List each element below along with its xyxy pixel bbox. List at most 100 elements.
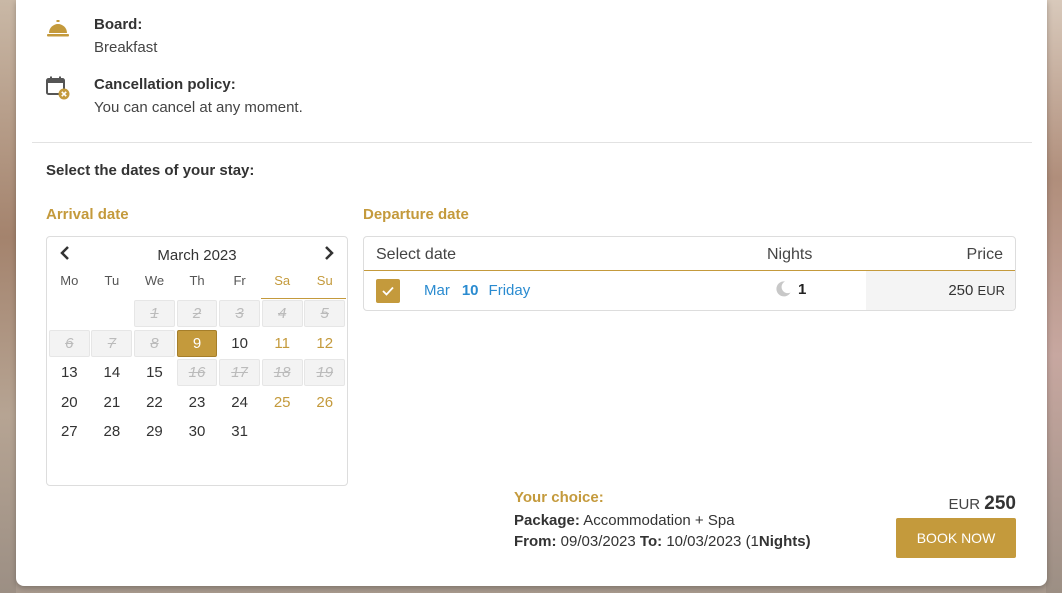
departure-row[interactable]: Mar 10 Friday 1 250 EUR [364, 271, 1015, 310]
cancellation-value: You can cancel at any moment. [94, 99, 303, 116]
day-of-week-th: Th [189, 273, 205, 288]
departure-weekday: Friday [488, 282, 531, 299]
day-of-week-we: We [144, 273, 165, 288]
background-left [0, 0, 16, 593]
calendar-day[interactable]: 11 [262, 330, 303, 357]
day-of-week-fr: Fr [233, 273, 246, 288]
nights-count: 1 [798, 280, 807, 298]
calendar-day[interactable]: 20 [49, 389, 90, 416]
booking-summary: Your choice: Package: Accommodation + Sp… [514, 489, 811, 550]
calendar-day: 17 [219, 359, 260, 387]
service-bell-icon [47, 20, 69, 37]
dates-section-title: Select the dates of your stay: [46, 162, 255, 179]
package-value: Accommodation + Spa [583, 512, 735, 529]
column-price: Price [966, 246, 1003, 263]
moon-icon [776, 281, 791, 297]
calendar-day: 19 [304, 359, 346, 387]
calendar-day[interactable]: 23 [177, 389, 218, 416]
cancellation-label: Cancellation policy: [94, 76, 236, 93]
departure-date[interactable]: Mar 10 Friday [424, 282, 530, 299]
cancellation-info: Cancellation policy: You can cancel at a… [46, 76, 303, 116]
day-of-week-mo: Mo [60, 273, 79, 288]
booking-modal: Board: Breakfast Cancellation policy: Yo… [16, 0, 1047, 586]
calendar-day: 16 [176, 359, 218, 387]
calendar-day[interactable]: 12 [304, 330, 345, 357]
to-label: To: [639, 533, 663, 550]
calendar-day: 3 [219, 300, 261, 327]
from-label: From: [514, 533, 557, 550]
board-label: Board: [94, 16, 143, 33]
departure-table-header: Select date Nights Price [364, 237, 1015, 271]
nights-word: Nights) [758, 533, 811, 550]
calendar-day[interactable]: 28 [91, 418, 132, 445]
summary-dates: From: 09/03/2023 To: 10/03/2023 (1Nights… [514, 533, 811, 550]
price-amount: 250 [948, 282, 974, 299]
departure-date-label: Departure date [363, 206, 469, 223]
package-label: Package: [514, 512, 580, 529]
calendar-week: 12345 [47, 299, 347, 329]
calendar-month-title: March 2023 [157, 247, 237, 264]
calendar-empty-cell [304, 418, 345, 445]
departure-day: 10 [461, 282, 479, 299]
calendar-day[interactable]: 30 [177, 418, 218, 445]
calendar-week: 13 14 15 16 17 18 19 [47, 358, 347, 388]
calendar-day[interactable]: 27 [49, 418, 90, 445]
calendar-day[interactable]: 15 [134, 359, 175, 386]
calendar-empty-cell [91, 300, 132, 327]
summary-heading: Your choice: [514, 489, 604, 506]
calendar-day[interactable]: 25 [262, 389, 303, 416]
day-of-week-sa: Sa [260, 271, 304, 299]
from-value: 09/03/2023 [560, 533, 636, 550]
departure-nights: 1 [774, 280, 806, 298]
calendar-day[interactable]: 29 [134, 418, 175, 445]
calendar-week: 6 7 8 9 10 11 12 [47, 329, 347, 359]
divider [32, 142, 1032, 143]
board-value: Breakfast [94, 39, 158, 56]
calendar-day[interactable]: 21 [91, 389, 132, 416]
day-of-week-tu: Tu [104, 273, 120, 288]
to-value: 10/03/2023 [666, 533, 742, 550]
calendar-day: 6 [48, 329, 90, 357]
total-currency: EUR [948, 496, 981, 513]
calendar-week: 20 21 22 23 24 25 26 [47, 388, 347, 418]
column-select-date: Select date [376, 246, 457, 263]
summary-package: Package: Accommodation + Spa [514, 512, 811, 529]
departure-table: Select date Nights Price Mar 10 Friday 1 [363, 236, 1016, 311]
check-icon [382, 286, 394, 296]
calendar-day[interactable]: 22 [134, 389, 175, 416]
calendar-day: 7 [91, 329, 133, 357]
calendar-empty-cell [49, 300, 90, 327]
calendar-day[interactable]: 10 [219, 330, 260, 357]
calendar-day[interactable]: 31 [219, 418, 260, 445]
departure-checkbox[interactable] [376, 279, 400, 303]
book-now-button[interactable]: BOOK NOW [896, 518, 1016, 558]
departure-month: Mar [424, 282, 450, 299]
background-right [1046, 0, 1062, 593]
calendar-day: 8 [134, 329, 175, 357]
calendar-day[interactable]: 26 [304, 389, 345, 416]
chevron-right-icon[interactable] [321, 245, 337, 261]
departure-price: 250 EUR [866, 271, 1015, 310]
calendar-day[interactable]: 9 [176, 329, 218, 357]
days-of-week-row: Mo Tu We Th Fr Sa Su [47, 271, 347, 299]
calendar-day: 18 [261, 359, 303, 387]
calendar-day: 2 [176, 300, 218, 327]
calendar-day[interactable]: 14 [91, 359, 132, 386]
column-nights: Nights [767, 246, 813, 263]
calendar-day: 5 [304, 300, 346, 327]
calendar-day: 4 [261, 300, 303, 327]
calendar-grid: 1 2 3 4 5 6 7 8 9 10 11 12 13 14 15 16 17 18 19 20 21 22 23 24 2… [47, 299, 347, 447]
calendar-empty-cell [262, 418, 303, 445]
total-price: EUR 250 [948, 493, 1016, 515]
nights-open: (1 [745, 533, 759, 550]
calendar-cancel-icon [46, 76, 70, 100]
calendar-header: March 2023 [47, 237, 347, 271]
calendar-week: 27 28 29 30 31 [47, 417, 347, 447]
day-of-week-su: Su [303, 271, 347, 299]
price-currency: EUR [977, 283, 1005, 298]
arrival-date-label: Arrival date [46, 206, 129, 223]
calendar-day[interactable]: 24 [219, 389, 260, 416]
calendar-day[interactable]: 13 [49, 359, 90, 386]
calendar-day: 1 [133, 300, 175, 327]
arrival-calendar: March 2023 Mo Tu We Th Fr Sa Su 1 2 3 4 5 6 7 8 9 10 11 1… [46, 236, 348, 486]
